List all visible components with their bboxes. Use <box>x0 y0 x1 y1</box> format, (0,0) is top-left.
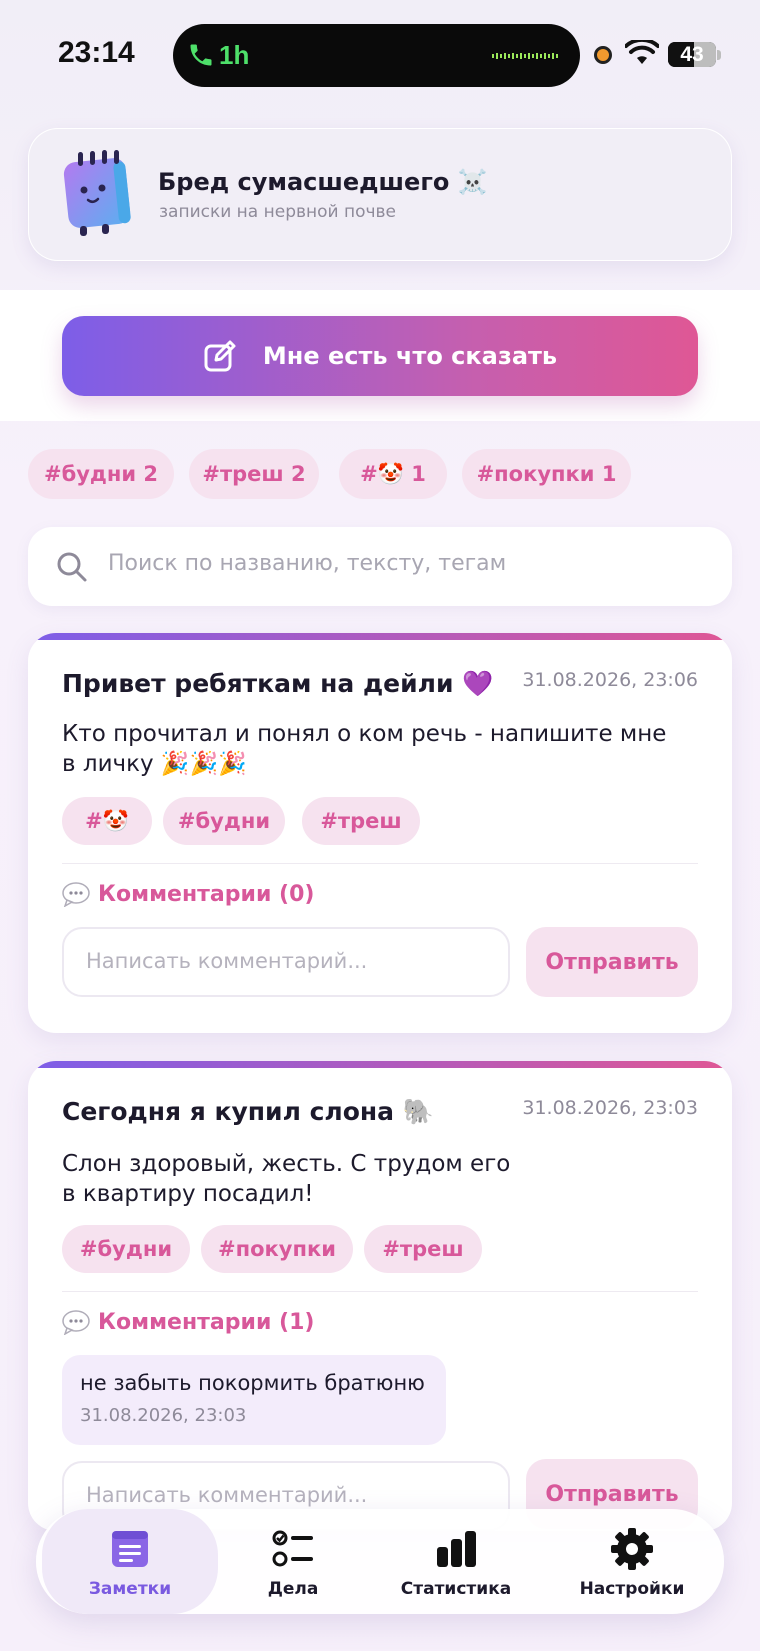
tag-filter-clown[interactable]: #🤡 1 <box>339 449 447 499</box>
search-placeholder: Поиск по названию, тексту, тегам <box>108 551 507 576</box>
bar-chart-icon <box>437 1531 476 1567</box>
comment-placeholder: Написать комментарий... <box>86 949 368 973</box>
gear-icon <box>611 1528 653 1570</box>
comments-header: Комментарии (0) <box>62 881 314 907</box>
note-title: Сегодня я купил слона 🐘 <box>62 1097 434 1126</box>
note-tag-budni[interactable]: #будни <box>62 1225 190 1273</box>
nav-label: Дела <box>267 1579 319 1599</box>
new-note-button[interactable]: Мне есть что сказать <box>62 316 698 396</box>
battery-cap <box>717 50 721 60</box>
tag-filter-pokupki[interactable]: #покупки 1 <box>462 449 631 499</box>
note-date: 31.08.2026, 23:03 <box>522 1097 698 1119</box>
call-duration: 1h <box>219 40 250 70</box>
card-accent-bar <box>28 633 732 640</box>
note-card: Привет ребяткам на дейли 💜 31.08.2026, 2… <box>28 633 732 1033</box>
tag-filter-tresh[interactable]: #треш 2 <box>189 449 319 499</box>
comments-label: Комментарии (1) <box>98 1309 315 1335</box>
search-icon <box>57 552 87 582</box>
comments-header: Комментарии (1) <box>62 1309 314 1335</box>
note-tag-clown[interactable]: #🤡 <box>62 797 152 845</box>
divider <box>62 863 698 864</box>
comment-item: не забыть покормить братюню 31.08.2026, … <box>62 1355 446 1445</box>
speech-bubble-icon <box>62 882 90 907</box>
app-title: Бред сумасшедшего ☠️ <box>158 168 488 196</box>
app-header: Бред сумасшедшего ☠️ записки на нервной … <box>28 128 732 261</box>
bottom-nav: Заметки Дела Статистика Настройки <box>36 1509 724 1614</box>
dynamic-island-call[interactable]: 1h <box>173 24 580 87</box>
audio-wave-icon <box>492 53 558 59</box>
status-time: 23:14 <box>58 36 135 69</box>
new-note-label: Мне есть что сказать <box>262 342 558 370</box>
notepad-mascot-icon <box>63 150 131 236</box>
nav-label: Статистика <box>400 1579 512 1599</box>
phone-icon <box>190 44 212 66</box>
nav-tab-tasks[interactable]: Дела <box>218 1509 368 1614</box>
note-date: 31.08.2026, 23:06 <box>522 669 698 691</box>
battery-level: 43 <box>680 43 704 66</box>
note-body: Слон здоровый, жесть. С трудом его в ква… <box>62 1151 511 1207</box>
checklist-icon <box>272 1530 313 1567</box>
send-comment-button[interactable]: Отправить <box>526 927 698 997</box>
recording-indicator-icon <box>594 46 612 64</box>
nav-label: Настройки <box>579 1579 685 1599</box>
note-tag-pokupki[interactable]: #покупки <box>201 1225 353 1273</box>
status-bar: 23:14 1h 43 <box>0 0 760 110</box>
app-subtitle: записки на нервной почве <box>159 202 397 222</box>
card-accent-bar <box>28 1061 732 1068</box>
note-tag-budni[interactable]: #будни <box>163 797 285 845</box>
note-tag-tresh[interactable]: #треш <box>302 797 420 845</box>
tag-filter-budni[interactable]: #будни 2 <box>28 449 174 499</box>
nav-tab-settings[interactable]: Настройки <box>544 1509 720 1614</box>
notes-icon <box>112 1531 148 1567</box>
nav-label: Заметки <box>88 1579 172 1599</box>
search-input[interactable]: Поиск по названию, тексту, тегам <box>28 527 732 606</box>
note-tag-tresh[interactable]: #треш <box>364 1225 482 1273</box>
comment-text: не забыть покормить братюню <box>80 1371 425 1395</box>
comment-placeholder: Написать комментарий... <box>86 1483 368 1507</box>
nav-tab-notes[interactable]: Заметки <box>42 1509 218 1614</box>
wifi-icon <box>625 40 659 64</box>
comments-label: Комментарии (0) <box>98 881 315 907</box>
note-card: Сегодня я купил слона 🐘 31.08.2026, 23:0… <box>28 1061 732 1531</box>
note-body: Кто прочитал и понял о ком речь - напиши… <box>62 721 667 777</box>
nav-tab-stats[interactable]: Статистика <box>368 1509 544 1614</box>
speech-bubble-icon <box>62 1310 90 1335</box>
divider <box>62 1291 698 1292</box>
note-title: Привет ребяткам на дейли 💜 <box>62 669 494 698</box>
battery-indicator: 43 <box>668 42 716 67</box>
comment-input[interactable]: Написать комментарий... <box>62 927 510 997</box>
edit-icon <box>204 340 236 372</box>
comment-date: 31.08.2026, 23:03 <box>80 1405 247 1426</box>
